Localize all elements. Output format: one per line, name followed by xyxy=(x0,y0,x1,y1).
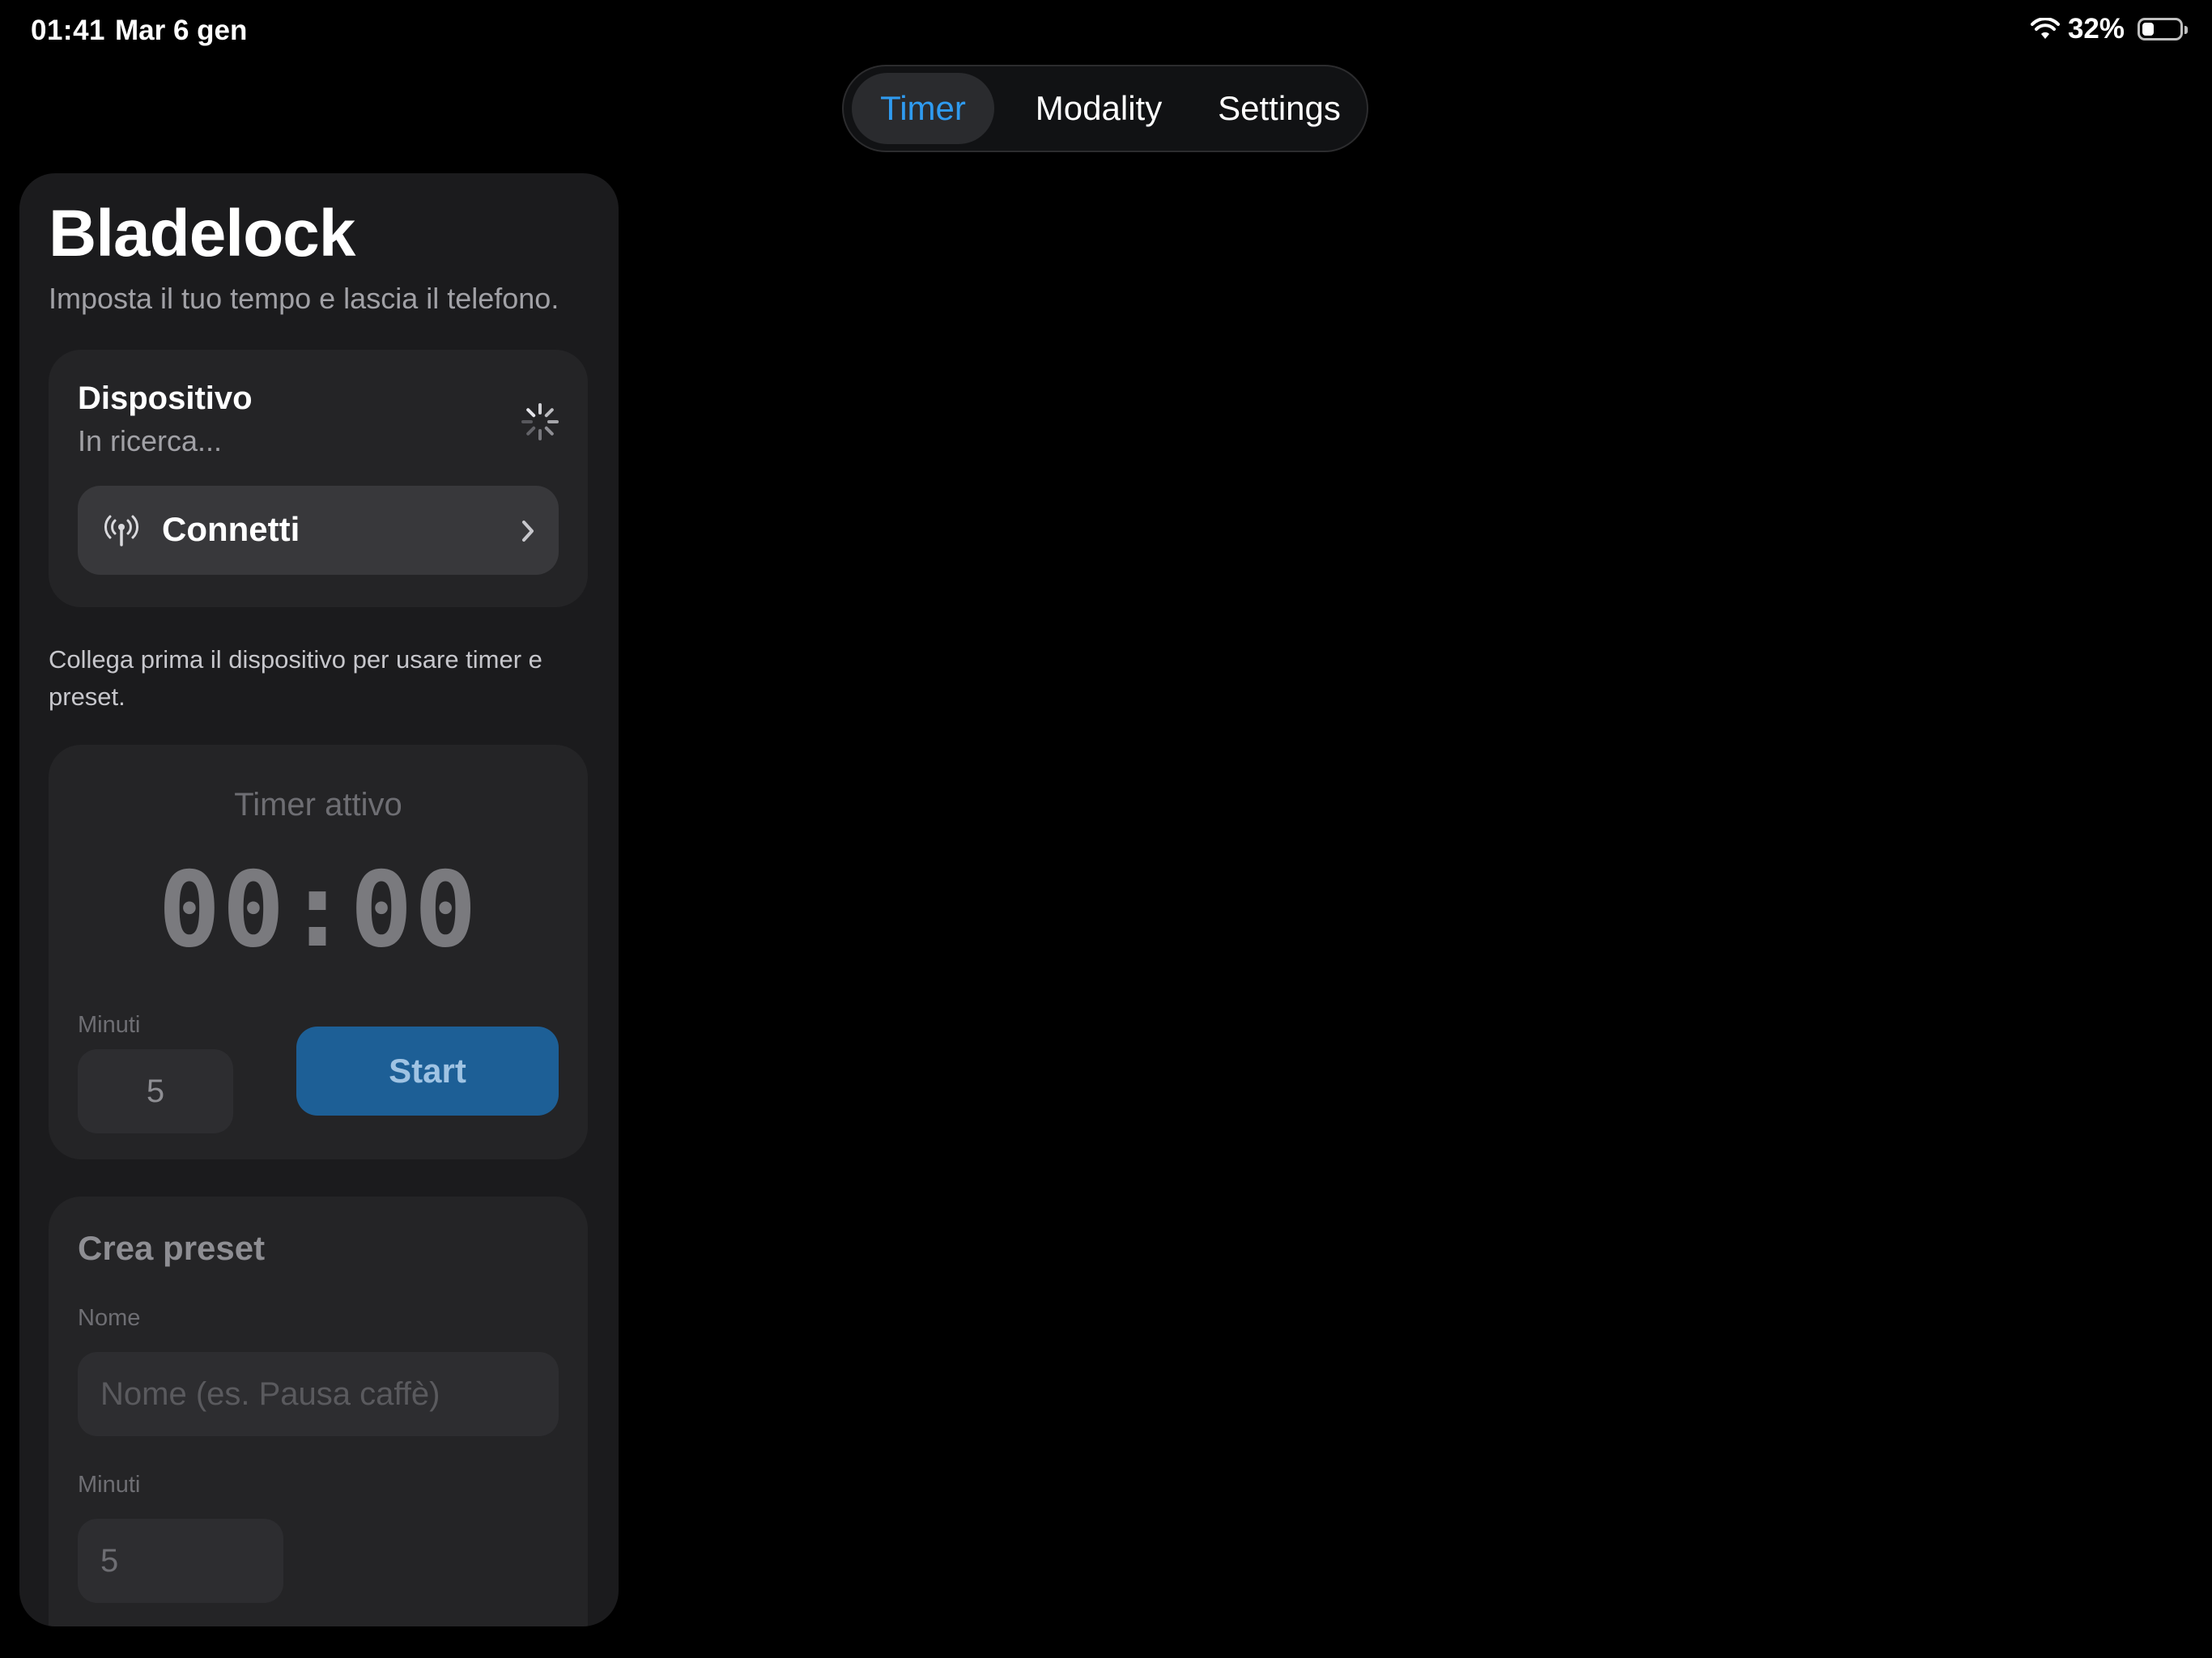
timer-label: Timer attivo xyxy=(234,787,402,823)
device-status: In ricerca... xyxy=(78,424,223,457)
status-bar: 01:41 Mar 6 gen 32% xyxy=(0,0,2212,65)
status-date: Mar 6 gen xyxy=(115,15,248,46)
connect-label: Connetti xyxy=(162,510,300,548)
page-title: Bladelock xyxy=(49,197,355,270)
tab-modality[interactable]: Modality xyxy=(1017,73,1180,144)
device-title: Dispositivo xyxy=(78,380,253,416)
status-time: 01:41 xyxy=(31,15,106,46)
chevron-right-icon xyxy=(522,521,534,542)
loading-spinner-icon xyxy=(521,403,559,440)
page-subtitle: Imposta il tuo tempo e lascia il telefon… xyxy=(49,282,559,315)
connect-button[interactable]: Connetti xyxy=(78,486,559,575)
timer-card: Timer attivo 00:00 Minuti 5 Start xyxy=(49,745,588,1159)
timer-panel: Bladelock Imposta il tuo tempo e lascia … xyxy=(19,173,619,1626)
preset-minutes-label: Minuti xyxy=(78,1472,141,1498)
create-preset-card: Crea preset Nome Nome (es. Pausa caffè) … xyxy=(49,1197,588,1626)
preset-name-input[interactable]: Nome (es. Pausa caffè) xyxy=(78,1352,559,1436)
status-indicators: 32% xyxy=(2030,13,2188,45)
device-card: Dispositivo In ricerca... Connetti xyxy=(49,350,588,607)
connect-hint: Collega prima il dispositivo per usare t… xyxy=(49,645,542,711)
antenna-icon xyxy=(104,515,138,546)
start-button[interactable]: Start xyxy=(296,1027,559,1116)
battery-icon xyxy=(2138,18,2188,40)
battery-level xyxy=(2142,23,2154,36)
main-tabs: Timer Modality Settings xyxy=(842,65,1368,152)
tab-timer[interactable]: Timer xyxy=(852,73,994,144)
preset-minutes-input[interactable]: 5 xyxy=(78,1519,283,1603)
minutes-label: Minuti xyxy=(78,1012,141,1038)
battery-percent: 32% xyxy=(2067,13,2125,45)
preset-name-label: Nome xyxy=(78,1305,141,1331)
wifi-icon xyxy=(2030,18,2060,39)
tab-settings[interactable]: Settings xyxy=(1200,73,1359,144)
timer-display: 00:00 xyxy=(158,850,479,971)
minutes-input[interactable]: 5 xyxy=(78,1049,233,1133)
preset-title: Crea preset xyxy=(78,1229,266,1267)
